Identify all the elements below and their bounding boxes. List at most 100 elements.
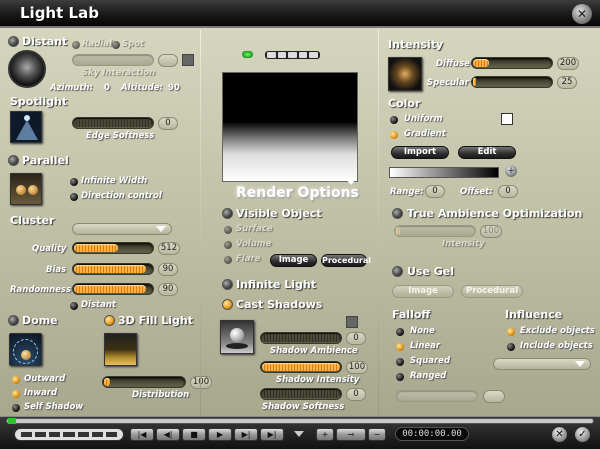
falloff-ranged-radio[interactable] bbox=[396, 373, 404, 381]
bias-value[interactable]: 90 bbox=[158, 263, 178, 276]
cast-shadows-radio[interactable] bbox=[222, 299, 233, 310]
cast-shadows-label: Cast Shadows bbox=[236, 298, 323, 311]
spot-radio[interactable] bbox=[112, 41, 120, 49]
shadow-ambience-slider[interactable] bbox=[260, 332, 342, 344]
gradient-bar[interactable] bbox=[389, 167, 499, 178]
range-value[interactable]: 0 bbox=[425, 185, 445, 198]
infinite-light-radio[interactable] bbox=[222, 279, 233, 290]
transport-menu-icon[interactable] bbox=[294, 431, 304, 437]
falloff-linear-radio[interactable] bbox=[396, 343, 404, 351]
ok-icon[interactable]: ✓ bbox=[574, 426, 591, 443]
gel-image-button[interactable]: Image bbox=[392, 285, 454, 298]
cluster-dropdown[interactable] bbox=[72, 223, 172, 235]
volume-radio[interactable] bbox=[224, 241, 232, 249]
falloff-squared-radio[interactable] bbox=[396, 358, 404, 366]
include-objects-radio[interactable] bbox=[507, 343, 515, 351]
direction-control-radio[interactable] bbox=[70, 193, 78, 201]
dome-icon[interactable] bbox=[9, 333, 42, 366]
close-window-icon[interactable]: ✕ bbox=[572, 4, 592, 24]
dome-radio[interactable] bbox=[8, 315, 19, 326]
falloff-range-value[interactable] bbox=[483, 390, 505, 403]
randomness-value[interactable]: 90 bbox=[158, 283, 178, 296]
shadow-intensity-slider[interactable] bbox=[260, 361, 342, 373]
uniform-color-swatch[interactable] bbox=[501, 113, 513, 125]
offset-value[interactable]: 0 bbox=[498, 185, 518, 198]
parallel-radio[interactable] bbox=[8, 155, 19, 166]
spotlight-icon[interactable] bbox=[10, 111, 42, 143]
shadow-softness-slider[interactable] bbox=[260, 388, 342, 400]
diffuse-slider[interactable] bbox=[471, 57, 553, 69]
radial-radio[interactable] bbox=[72, 41, 80, 49]
shadow-color-swatch[interactable] bbox=[346, 316, 358, 328]
key-icon-button[interactable]: ⊸ bbox=[336, 428, 366, 441]
frame-strip[interactable] bbox=[14, 428, 124, 441]
flare-procedural-button[interactable]: Procedural bbox=[321, 254, 371, 267]
preview-mode-strip[interactable] bbox=[265, 51, 320, 59]
play-button[interactable]: ▶ bbox=[208, 428, 232, 441]
azimuth-label: Azimuth: bbox=[50, 83, 93, 93]
add-key-button[interactable]: + bbox=[316, 428, 334, 441]
falloff-range-slider[interactable] bbox=[396, 390, 478, 402]
outward-radio[interactable] bbox=[12, 376, 20, 384]
last-frame-button[interactable]: ▶| bbox=[260, 428, 284, 441]
parallel-icon[interactable] bbox=[10, 173, 42, 205]
flare-radio[interactable] bbox=[224, 256, 232, 264]
timeline-track[interactable] bbox=[6, 418, 594, 424]
surface-label: Surface bbox=[236, 224, 273, 234]
distant-cluster-radio[interactable] bbox=[70, 302, 78, 310]
surface-radio[interactable] bbox=[224, 226, 232, 234]
shadow-ambience-value[interactable]: 0 bbox=[346, 332, 366, 345]
timeline-playhead-icon[interactable] bbox=[8, 418, 16, 424]
import-button[interactable]: Import bbox=[391, 146, 449, 159]
exclude-objects-radio[interactable] bbox=[507, 328, 515, 336]
specular-slider[interactable] bbox=[471, 76, 553, 88]
gradient-add-icon[interactable]: + bbox=[505, 165, 517, 177]
diffuse-value[interactable]: 200 bbox=[557, 57, 579, 70]
sky-interaction-value[interactable] bbox=[158, 54, 178, 67]
quality-slider[interactable] bbox=[72, 242, 154, 254]
visible-object-radio[interactable] bbox=[222, 208, 233, 219]
shadow-preview-icon[interactable] bbox=[220, 320, 254, 354]
stop-button[interactable]: ■ bbox=[182, 428, 206, 441]
tao-intensity-slider[interactable] bbox=[394, 225, 476, 237]
falloff-none-radio[interactable] bbox=[396, 328, 404, 336]
title-bar[interactable]: Light Lab ✕ bbox=[0, 0, 600, 28]
influence-objects-dropdown[interactable] bbox=[493, 358, 591, 370]
shadow-softness-value[interactable]: 0 bbox=[346, 388, 366, 401]
fill-3d-icon[interactable] bbox=[104, 333, 137, 366]
edge-softness-slider[interactable] bbox=[72, 117, 154, 129]
flare-image-button[interactable]: Image bbox=[270, 254, 317, 267]
randomness-slider[interactable] bbox=[72, 283, 154, 295]
intensity-preview-icon[interactable] bbox=[388, 57, 422, 91]
use-gel-radio[interactable] bbox=[392, 266, 403, 277]
tao-radio[interactable] bbox=[392, 208, 403, 219]
bias-slider[interactable] bbox=[72, 263, 154, 275]
gel-procedural-button[interactable]: Procedural bbox=[461, 285, 523, 298]
distribution-slider[interactable] bbox=[102, 376, 186, 388]
sky-interaction-slider[interactable] bbox=[72, 54, 154, 66]
uniform-radio[interactable] bbox=[390, 116, 398, 124]
sky-color-swatch[interactable] bbox=[182, 54, 194, 66]
distant-radio[interactable] bbox=[8, 36, 19, 47]
preview-menu-icon[interactable] bbox=[345, 178, 357, 185]
tao-intensity-value[interactable]: 100 bbox=[480, 225, 502, 238]
previous-key-button[interactable]: ◀| bbox=[156, 428, 180, 441]
self-shadow-radio[interactable] bbox=[12, 404, 20, 412]
edit-button[interactable]: Edit bbox=[458, 146, 516, 159]
infinite-width-radio[interactable] bbox=[70, 178, 78, 186]
next-frame-button[interactable]: ▶| bbox=[234, 428, 258, 441]
quality-value[interactable]: 512 bbox=[158, 242, 180, 255]
distribution-value[interactable]: 100 bbox=[190, 376, 212, 389]
shadow-intensity-value[interactable]: 100 bbox=[346, 361, 368, 374]
edge-softness-value[interactable]: 0 bbox=[158, 117, 178, 130]
fill-3d-radio[interactable] bbox=[104, 315, 115, 326]
remove-key-button[interactable]: − bbox=[368, 428, 386, 441]
first-frame-button[interactable]: |◀ bbox=[130, 428, 154, 441]
cancel-icon[interactable]: ✕ bbox=[551, 426, 568, 443]
specular-value[interactable]: 25 bbox=[557, 76, 577, 89]
azimuth-value: 0 bbox=[104, 83, 110, 93]
light-preview[interactable] bbox=[222, 72, 358, 182]
gradient-radio[interactable] bbox=[390, 131, 398, 139]
falloff-ranged-label: Ranged bbox=[410, 371, 447, 381]
inward-radio[interactable] bbox=[12, 390, 20, 398]
